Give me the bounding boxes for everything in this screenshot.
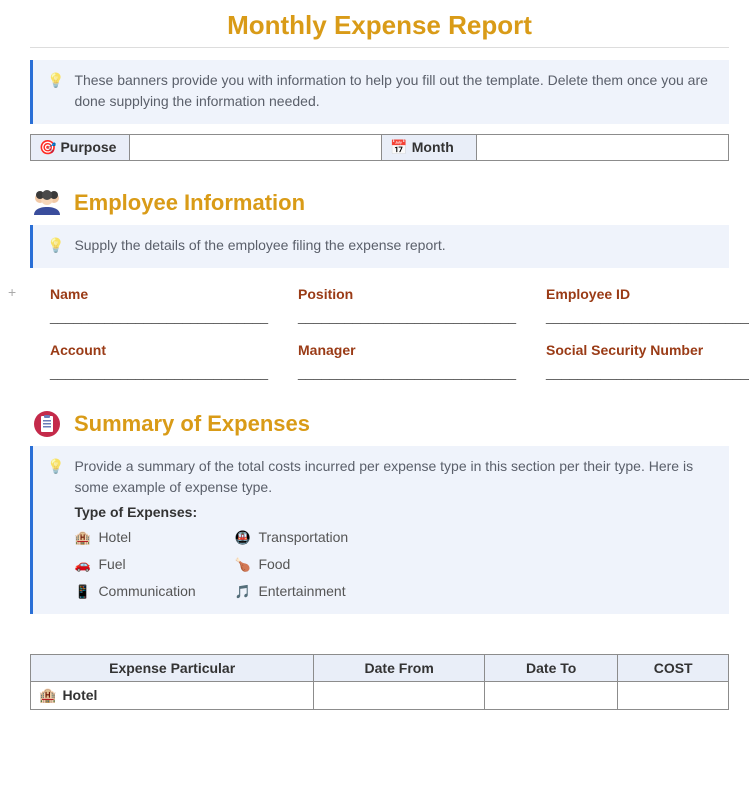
expense-type-label: Fuel [98, 554, 125, 575]
expense-type-item: 🚇 Transportation [234, 527, 434, 548]
cost-cell[interactable] [618, 682, 729, 710]
clipboard-icon [30, 410, 64, 438]
expense-type-icon: 🍗 [234, 555, 250, 575]
ssn-field[interactable]: Social Security Number __________________… [546, 342, 749, 380]
expense-type-label: Hotel [98, 527, 131, 548]
field-label: Name [50, 286, 268, 302]
employee-id-field[interactable]: Employee ID ____________________________ [546, 286, 749, 324]
expense-type-label: Transportation [258, 527, 348, 548]
target-icon: 🎯 [39, 139, 56, 156]
manager-field[interactable]: Manager ____________________________ [298, 342, 516, 380]
people-icon [30, 189, 64, 217]
field-label: Employee ID [546, 286, 749, 302]
lightbulb-icon: 💡 [47, 456, 64, 477]
date-from-cell[interactable] [314, 682, 485, 710]
date-to-cell[interactable] [485, 682, 618, 710]
expense-particular-cell[interactable]: 🏨 Hotel [31, 682, 314, 710]
expense-type-label: Communication [98, 581, 195, 602]
row-icon: 🏨 [39, 687, 56, 703]
info-banner-summary: 💡 Provide a summary of the total costs i… [30, 446, 729, 614]
expense-type-item: 📱 Communication [74, 581, 234, 602]
expense-type-icon: 🚇 [234, 528, 250, 548]
expense-type-label: Food [258, 554, 290, 575]
employee-section-header: Employee Information [30, 189, 729, 217]
expense-types-grid: 🏨 Hotel 🚇 Transportation 🚗 Fuel 🍗 Food 📱 Communic… [74, 527, 715, 602]
month-input-cell[interactable] [476, 135, 728, 161]
purpose-month-table: 🎯Purpose 📅 Month [30, 134, 729, 161]
summary-section-header: Summary of Expenses [30, 410, 729, 438]
field-underline[interactable]: ____________________________ [546, 364, 749, 380]
summary-banner-text: Provide a summary of the total costs inc… [74, 456, 715, 498]
field-label: Manager [298, 342, 516, 358]
expense-type-icon: 🚗 [74, 555, 90, 575]
field-underline[interactable]: ____________________________ [50, 308, 268, 324]
summary-heading: Summary of Expenses [74, 411, 310, 437]
info-banner-employee: 💡 Supply the details of the employee fil… [30, 225, 729, 268]
month-label-cell: 📅 Month [382, 135, 477, 161]
page-title: Monthly Expense Report [30, 10, 729, 41]
calendar-icon: 📅 [390, 139, 407, 156]
purpose-label-cell: 🎯Purpose [31, 135, 130, 161]
employee-heading: Employee Information [74, 190, 305, 216]
table-header: Expense Particular [31, 655, 314, 682]
field-label: Social Security Number [546, 342, 749, 358]
expense-type-item: 🍗 Food [234, 554, 434, 575]
lightbulb-icon: 💡 [47, 70, 64, 91]
table-header: Date To [485, 655, 618, 682]
field-label: Account [50, 342, 268, 358]
title-divider [30, 47, 729, 48]
purpose-input-cell[interactable] [130, 135, 382, 161]
field-underline[interactable]: ____________________________ [298, 364, 516, 380]
info-banner-top: 💡 These banners provide you with informa… [30, 60, 729, 124]
employee-fields-grid: Name____________________________Position… [30, 278, 729, 390]
purpose-label: Purpose [60, 139, 116, 155]
expense-type-item: 🏨 Hotel [74, 527, 234, 548]
expense-type-label: Entertainment [258, 581, 345, 602]
position-field[interactable]: Position ____________________________ [298, 286, 516, 324]
month-label: Month [412, 139, 454, 155]
expense-type-item: 🚗 Fuel [74, 554, 234, 575]
name-field[interactable]: Name ____________________________ [50, 286, 268, 324]
expense-type-icon: 🏨 [74, 528, 90, 548]
table-row: 🏨 Hotel [31, 682, 729, 710]
types-of-expenses-title: Type of Expenses: [74, 502, 715, 523]
info-banner-text: These banners provide you with informati… [74, 70, 715, 112]
field-underline[interactable]: ____________________________ [50, 364, 268, 380]
table-header: COST [618, 655, 729, 682]
employee-banner-text: Supply the details of the employee filin… [74, 235, 715, 256]
expense-type-icon: 🎵 [234, 582, 250, 602]
expense-type-icon: 📱 [74, 582, 90, 602]
expense-type-item: 🎵 Entertainment [234, 581, 434, 602]
lightbulb-icon: 💡 [47, 235, 64, 256]
field-underline[interactable]: ____________________________ [298, 308, 516, 324]
row-label: Hotel [62, 687, 97, 703]
expenses-table: Expense ParticularDate FromDate ToCOST 🏨… [30, 654, 729, 710]
add-row-icon[interactable]: + [8, 284, 16, 300]
field-label: Position [298, 286, 516, 302]
field-underline[interactable]: ____________________________ [546, 308, 749, 324]
account-field[interactable]: Account ____________________________ [50, 342, 268, 380]
table-header: Date From [314, 655, 485, 682]
